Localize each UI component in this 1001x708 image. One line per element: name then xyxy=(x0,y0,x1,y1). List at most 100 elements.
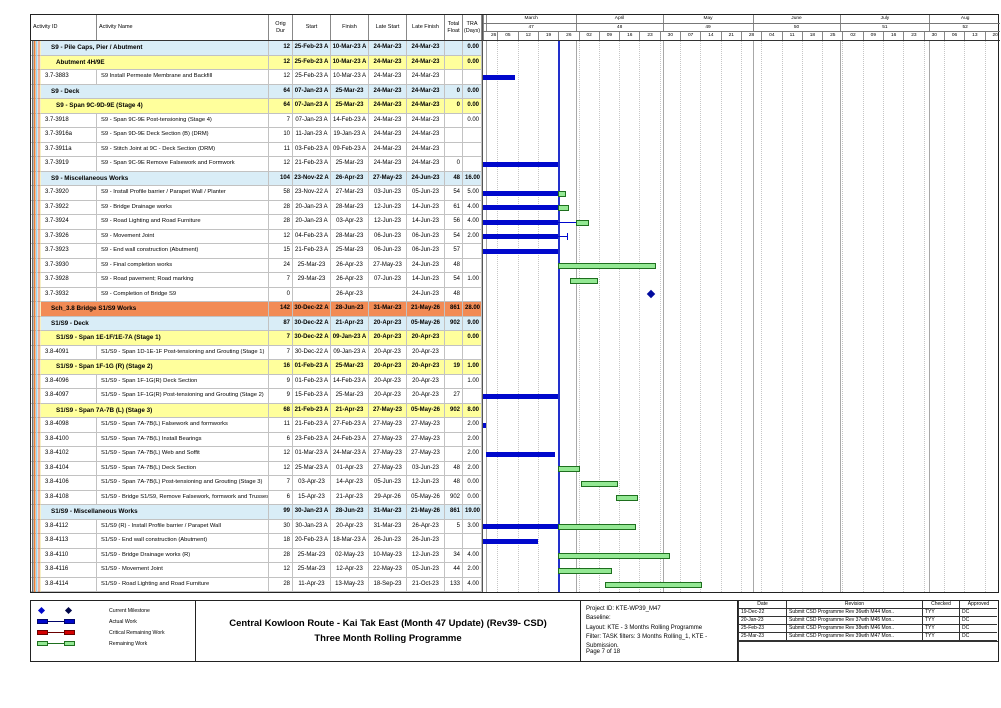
legend-item: Current Milestone xyxy=(37,605,192,616)
schedule-table: Activity IDActivity NameOrig DurStartFin… xyxy=(30,14,999,593)
revision-cell: Submit CSD Programme Rev 39wth M47 Mon.. xyxy=(786,633,922,641)
orig-dur: 16 xyxy=(269,360,293,374)
finish-date: 09-Jan-23 A xyxy=(331,331,369,345)
month-number-cell: 50 xyxy=(753,24,840,31)
day-tick-cell: 28 xyxy=(741,32,761,40)
orig-dur: 24 xyxy=(269,259,293,273)
revision-block: DateRevisionCheckedApproved19-Dec-22Subm… xyxy=(738,601,998,661)
late-start-date: 27-May-23 xyxy=(369,172,407,186)
late-finish-date: 05-Jun-23 xyxy=(407,186,445,200)
finish-date: 21-Apr-23 xyxy=(331,317,369,331)
revision-header-cell: Revision xyxy=(786,601,922,609)
revision-cell: TYY xyxy=(922,625,959,633)
legend-bar-icon xyxy=(37,630,48,635)
month-number-cell: 51 xyxy=(840,24,930,31)
tra-days: 4.00 xyxy=(463,215,482,229)
day-tick-cell: 21 xyxy=(721,32,741,40)
total-float: 19 xyxy=(445,360,463,374)
activity-row: 3.8-4116S1/S9 - Movement Joint1225-Mar-2… xyxy=(31,563,482,578)
day-tick-cell: 02 xyxy=(579,32,599,40)
month-number-cell: 52 xyxy=(929,24,1000,31)
finish-date: 28-Jun-23 xyxy=(331,302,369,316)
late-start-date: 05-Jun-23 xyxy=(369,476,407,490)
gantt-bar-actual xyxy=(483,394,558,399)
activity-name: S1/S9 - Span 7A-7B(L) Deck Section xyxy=(97,462,269,476)
late-finish-date: 26-Apr-23 xyxy=(407,520,445,534)
legend: Current MilestoneActual WorkCritical Rem… xyxy=(31,601,196,661)
start-date: 29-Mar-23 xyxy=(293,273,331,287)
legend-label: Actual Work xyxy=(105,619,137,625)
activity-id: 3.7-3930 xyxy=(41,259,97,273)
activity-id: 3.7-3916a xyxy=(41,128,97,142)
total-float xyxy=(445,375,463,389)
project-info-lines: Project ID: KTE-WP39_M47Baseline:Layout:… xyxy=(586,605,737,651)
row-stripe-gap xyxy=(31,462,41,476)
tra-days: 1.00 xyxy=(463,273,482,287)
tra-days xyxy=(463,128,482,142)
late-start-date: 03-Jun-23 xyxy=(369,186,407,200)
finish-date: 14-Apr-23 xyxy=(331,476,369,490)
gantt-days-row: 2605121926020916233007142128041118250209… xyxy=(483,32,1000,40)
activity-id: 3.8-4116 xyxy=(41,563,97,577)
gantt-bar-actual xyxy=(483,75,515,80)
week-gridline xyxy=(700,41,701,592)
activity-name: S9 - Stitch Joint at 9C - Deck Section (… xyxy=(97,143,269,157)
late-finish-date: 06-Jun-23 xyxy=(407,244,445,258)
finish-date: 20-Apr-23 xyxy=(331,520,369,534)
activity-id: 3.7-3918 xyxy=(41,114,97,128)
activity-name: S9 - Span 9D-9E Deck Section (B) (DRM) xyxy=(97,128,269,142)
orig-dur: 12 xyxy=(269,157,293,171)
late-finish-date: 24-Jun-23 xyxy=(407,288,445,302)
total-float: 0 xyxy=(445,157,463,171)
row-stripe-gap xyxy=(31,128,41,142)
start-date: 25-Feb-23 A xyxy=(293,70,331,84)
late-finish-date: 24-Mar-23 xyxy=(407,128,445,142)
week-gridline xyxy=(842,41,843,592)
week-gridline xyxy=(985,41,986,592)
late-start-date: 24-Mar-23 xyxy=(369,143,407,157)
row-stripe-gap xyxy=(31,157,41,171)
milestone-diamond xyxy=(647,290,655,298)
revision-table: DateRevisionCheckedApproved19-Dec-22Subm… xyxy=(738,601,998,642)
late-start-date: 27-May-23 xyxy=(369,447,407,461)
group-label: S9 - Pile Caps, Pier / Abutment xyxy=(41,41,269,55)
week-gridline xyxy=(761,41,762,592)
late-start-date: 31-Mar-23 xyxy=(369,302,407,316)
orig-dur: 87 xyxy=(269,317,293,331)
orig-dur: 64 xyxy=(269,85,293,99)
day-tick-cell: 13 xyxy=(964,32,984,40)
late-start-date: 10-May-23 xyxy=(369,549,407,563)
group-label: S1/S9 - Miscellaneous Works xyxy=(41,505,269,519)
tra-days: 9.00 xyxy=(463,317,482,331)
late-finish-date: 24-Mar-23 xyxy=(407,157,445,171)
row-stripe-gap xyxy=(31,549,41,563)
total-float: 61 xyxy=(445,201,463,215)
gantt-bar-connector xyxy=(558,236,567,237)
revision-header-cell: Approved xyxy=(959,601,997,609)
orig-dur: 7 xyxy=(269,273,293,287)
start-date: 07-Jan-23 A xyxy=(293,99,331,113)
week-gridline xyxy=(599,41,600,592)
day-tick-cell: 23 xyxy=(639,32,659,40)
orig-dur: 28 xyxy=(269,578,293,592)
column-header-5: Finish xyxy=(331,15,369,40)
orig-dur: 28 xyxy=(269,549,293,563)
week-gridline xyxy=(721,41,722,592)
week-gridline xyxy=(822,41,823,592)
gantt-bar-actual xyxy=(483,191,558,196)
column-header-4: Start xyxy=(293,15,331,40)
legend-bar-icon xyxy=(64,641,75,646)
late-finish-date: 24-Mar-23 xyxy=(407,114,445,128)
late-start-date: 31-Mar-23 xyxy=(369,505,407,519)
start-date: 21-Feb-23 A xyxy=(293,157,331,171)
late-start-date: 20-Apr-23 xyxy=(369,331,407,345)
week-gridline xyxy=(944,41,945,592)
month-number-cell: 49 xyxy=(663,24,753,31)
week-gridline xyxy=(782,41,783,592)
week-gridline xyxy=(741,41,742,592)
revision-cell: TYY xyxy=(922,609,959,617)
activity-name: S9 - Final completion works xyxy=(97,259,269,273)
revision-cell: Submit CSD Programme Rev 37wth M45 Mon.. xyxy=(786,617,922,625)
tra-days: 4.00 xyxy=(463,578,482,592)
activity-name: S9 - Install Profile barrier / Parapet W… xyxy=(97,186,269,200)
